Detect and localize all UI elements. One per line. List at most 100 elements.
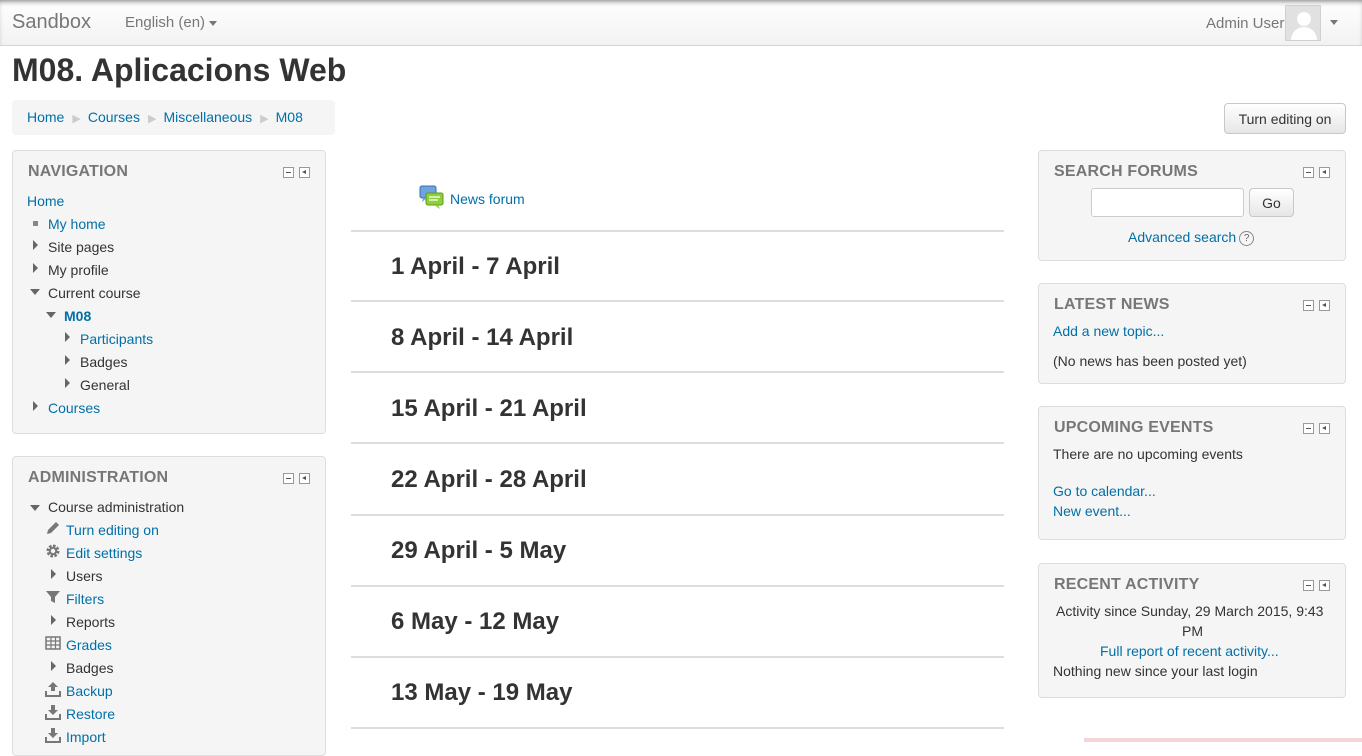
expand-arrow-icon[interactable] <box>65 378 70 388</box>
site-brand[interactable]: Sandbox <box>12 11 91 34</box>
section-divider <box>351 727 1004 729</box>
expand-arrow-icon[interactable] <box>51 569 56 579</box>
upcoming-events-block: UPCOMING EVENTS There are no upcoming ev… <box>1038 406 1346 540</box>
admin-item-filters[interactable]: Filters <box>66 591 104 607</box>
expand-arrow-icon[interactable] <box>33 263 38 273</box>
section-divider <box>351 300 1004 302</box>
help-icon[interactable]: ? <box>1239 230 1255 246</box>
expand-arrow-icon[interactable] <box>51 661 56 671</box>
section-divider <box>351 371 1004 373</box>
avatar[interactable] <box>1285 5 1321 41</box>
turn-editing-on-button[interactable]: Turn editing on <box>1224 103 1346 134</box>
dock-icon[interactable] <box>1319 300 1330 311</box>
collapse-arrow-icon[interactable] <box>30 289 40 295</box>
nav-item-home[interactable]: Home <box>27 193 64 209</box>
download-icon <box>45 705 61 720</box>
dock-icon[interactable] <box>299 167 310 178</box>
section-divider <box>351 230 1004 232</box>
block-title: LATEST NEWS <box>1054 296 1170 313</box>
minimize-icon[interactable] <box>283 167 294 178</box>
section-title: 15 April - 21 April <box>391 395 587 422</box>
section-divider <box>351 585 1004 587</box>
admin-item-reports[interactable]: Reports <box>66 614 115 630</box>
no-events-text: There are no upcoming events <box>1053 446 1243 462</box>
nav-item-current-course[interactable]: Current course <box>48 285 141 301</box>
admin-item-course-administration[interactable]: Course administration <box>48 499 184 515</box>
expand-arrow-icon[interactable] <box>65 355 70 365</box>
admin-item-backup[interactable]: Backup <box>66 683 113 699</box>
latest-news-block: LATEST NEWS Add a new topic... (No news … <box>1038 283 1346 384</box>
admin-item-import[interactable]: Import <box>66 729 106 745</box>
admin-item-edit-settings[interactable]: Edit settings <box>66 545 142 561</box>
nav-item-site-pages[interactable]: Site pages <box>48 239 114 255</box>
expand-arrow-icon[interactable] <box>33 240 38 250</box>
block-title: NAVIGATION <box>28 163 129 180</box>
go-to-calendar-link[interactable]: Go to calendar... <box>1053 483 1156 499</box>
nav-item-general[interactable]: General <box>80 377 130 393</box>
minimize-icon[interactable] <box>1303 423 1314 434</box>
administration-block: ADMINISTRATION Course administration Tur… <box>12 456 326 756</box>
grid-icon <box>45 636 61 650</box>
breadcrumb-separator-icon: ▶ <box>72 113 81 125</box>
expand-arrow-icon[interactable] <box>65 332 70 342</box>
no-news-text: (No news has been posted yet) <box>1053 353 1247 369</box>
nav-item-badges[interactable]: Badges <box>80 354 127 370</box>
dock-icon[interactable] <box>1319 580 1330 591</box>
section-divider <box>351 656 1004 658</box>
block-title: UPCOMING EVENTS <box>1054 419 1214 436</box>
expand-arrow-icon[interactable] <box>51 615 56 625</box>
activity-since-text-continued: PM <box>1182 623 1203 639</box>
section-title: 1 April - 7 April <box>391 253 560 280</box>
minimize-icon[interactable] <box>1303 300 1314 311</box>
admin-item-badges[interactable]: Badges <box>66 660 113 676</box>
language-label: English (en) <box>125 14 206 31</box>
admin-item-restore[interactable]: Restore <box>66 706 115 722</box>
page-title: M08. Aplicacions Web <box>12 52 347 88</box>
collapse-arrow-icon[interactable] <box>46 312 56 318</box>
nav-item-my-home[interactable]: My home <box>48 216 106 232</box>
dock-icon[interactable] <box>1319 167 1330 178</box>
filter-icon <box>46 591 60 603</box>
admin-item-grades[interactable]: Grades <box>66 637 112 653</box>
add-new-topic-link[interactable]: Add a new topic... <box>1053 323 1164 339</box>
search-forums-input[interactable] <box>1091 188 1244 217</box>
admin-item-turn-editing-on[interactable]: Turn editing on <box>66 522 159 538</box>
breadcrumb-home[interactable]: Home <box>27 109 64 125</box>
breadcrumb-miscellaneous[interactable]: Miscellaneous <box>163 109 252 125</box>
recent-activity-block: RECENT ACTIVITY Activity since Sunday, 2… <box>1038 563 1346 698</box>
breadcrumb-separator-icon: ▶ <box>147 113 157 125</box>
minimize-icon[interactable] <box>1303 167 1314 178</box>
nav-item-my-profile[interactable]: My profile <box>48 262 109 278</box>
language-menu[interactable]: English (en) <box>125 14 218 31</box>
news-forum-link[interactable]: News forum <box>450 191 525 207</box>
forum-icon <box>419 185 444 209</box>
user-name[interactable]: Admin User <box>1206 15 1284 32</box>
nav-item-participants[interactable]: Participants <box>80 331 153 347</box>
go-button[interactable]: Go <box>1249 188 1294 217</box>
chevron-down-icon <box>209 20 218 26</box>
user-menu-chevron-icon[interactable] <box>1330 20 1338 25</box>
advanced-search-label[interactable]: Advanced search <box>1128 229 1236 245</box>
advanced-search-link[interactable]: Advanced search? <box>1128 229 1255 246</box>
dock-icon[interactable] <box>1319 423 1330 434</box>
full-report-link[interactable]: Full report of recent activity... <box>1100 643 1279 659</box>
section-title: 8 April - 14 April <box>391 324 574 351</box>
nav-item-m08[interactable]: M08 <box>64 308 91 324</box>
dock-icon[interactable] <box>299 473 310 484</box>
collapse-arrow-icon[interactable] <box>30 505 40 511</box>
block-title: ADMINISTRATION <box>28 469 169 486</box>
breadcrumb: Home ▶ Courses ▶ Miscellaneous ▶ M08 <box>12 100 335 135</box>
minimize-icon[interactable] <box>283 473 294 484</box>
section-title: 13 May - 19 May <box>391 679 573 706</box>
nothing-new-text: Nothing new since your last login <box>1053 663 1258 679</box>
minimize-icon[interactable] <box>1303 580 1314 591</box>
breadcrumb-m08[interactable]: M08 <box>276 109 303 125</box>
section-divider <box>351 442 1004 444</box>
new-event-link[interactable]: New event... <box>1053 503 1131 519</box>
section-divider <box>351 514 1004 516</box>
nav-item-courses[interactable]: Courses <box>48 400 100 416</box>
section-title: 29 April - 5 May <box>391 537 567 564</box>
admin-item-users[interactable]: Users <box>66 568 103 584</box>
expand-arrow-icon[interactable] <box>33 401 38 411</box>
breadcrumb-courses[interactable]: Courses <box>88 109 140 125</box>
